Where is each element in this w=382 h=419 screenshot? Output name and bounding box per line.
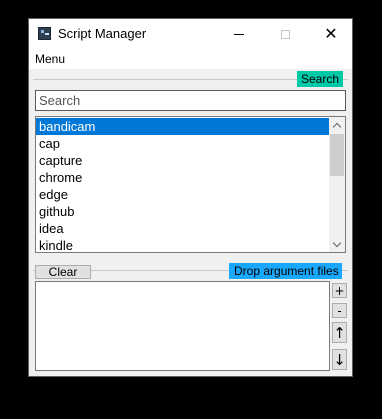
script-list-item[interactable]: cap [36,135,330,152]
maximize-icon [280,29,290,39]
scroll-up-button[interactable] [329,117,345,133]
script-list-item[interactable]: bandicam [36,118,330,135]
move-up-button[interactable]: ↑ [332,322,347,343]
script-list-item[interactable]: capture [36,152,330,169]
chevron-up-icon [332,122,342,131]
minimize-button[interactable] [216,19,262,49]
script-list-item[interactable]: kindle [36,237,330,252]
script-list-item[interactable]: github [36,203,330,220]
close-icon: ✕ [324,24,338,43]
chevron-down-icon [332,238,342,247]
minimize-icon [234,33,244,35]
script-list-item[interactable]: edge [36,186,330,203]
search-label-badge: Search [297,71,344,87]
menu-bar: Menu [29,49,352,69]
add-argument-button[interactable]: + [332,283,347,298]
menu-item-menu[interactable]: Menu [35,52,65,66]
script-list-items: bandicam cap capture chrome edge github idea ki… [36,118,330,252]
scroll-down-button[interactable] [329,236,345,252]
script-list-item[interactable]: idea [36,220,330,237]
maximize-button[interactable] [262,19,308,49]
script-list-item[interactable]: chrome [36,169,330,186]
title-bar[interactable]: Script Manager ✕ [29,19,352,49]
close-button[interactable]: ✕ [308,19,354,49]
search-input[interactable] [35,90,346,111]
arguments-textarea[interactable] [35,281,330,371]
script-list-scrollbar[interactable] [329,117,345,252]
script-list[interactable]: bandicam cap capture chrome edge github idea ki… [35,116,346,253]
scroll-thumb[interactable] [330,134,344,176]
drop-argument-files-badge: Drop argument files [229,263,342,279]
script-manager-window: Script Manager ✕ Menu Search bandicamcap… [28,18,353,377]
remove-argument-button[interactable]: - [332,303,347,318]
window-title: Script Manager [58,26,147,41]
clear-button[interactable]: Clear [35,265,91,279]
move-down-button[interactable]: ↓ [332,349,347,370]
app-icon [38,27,51,40]
